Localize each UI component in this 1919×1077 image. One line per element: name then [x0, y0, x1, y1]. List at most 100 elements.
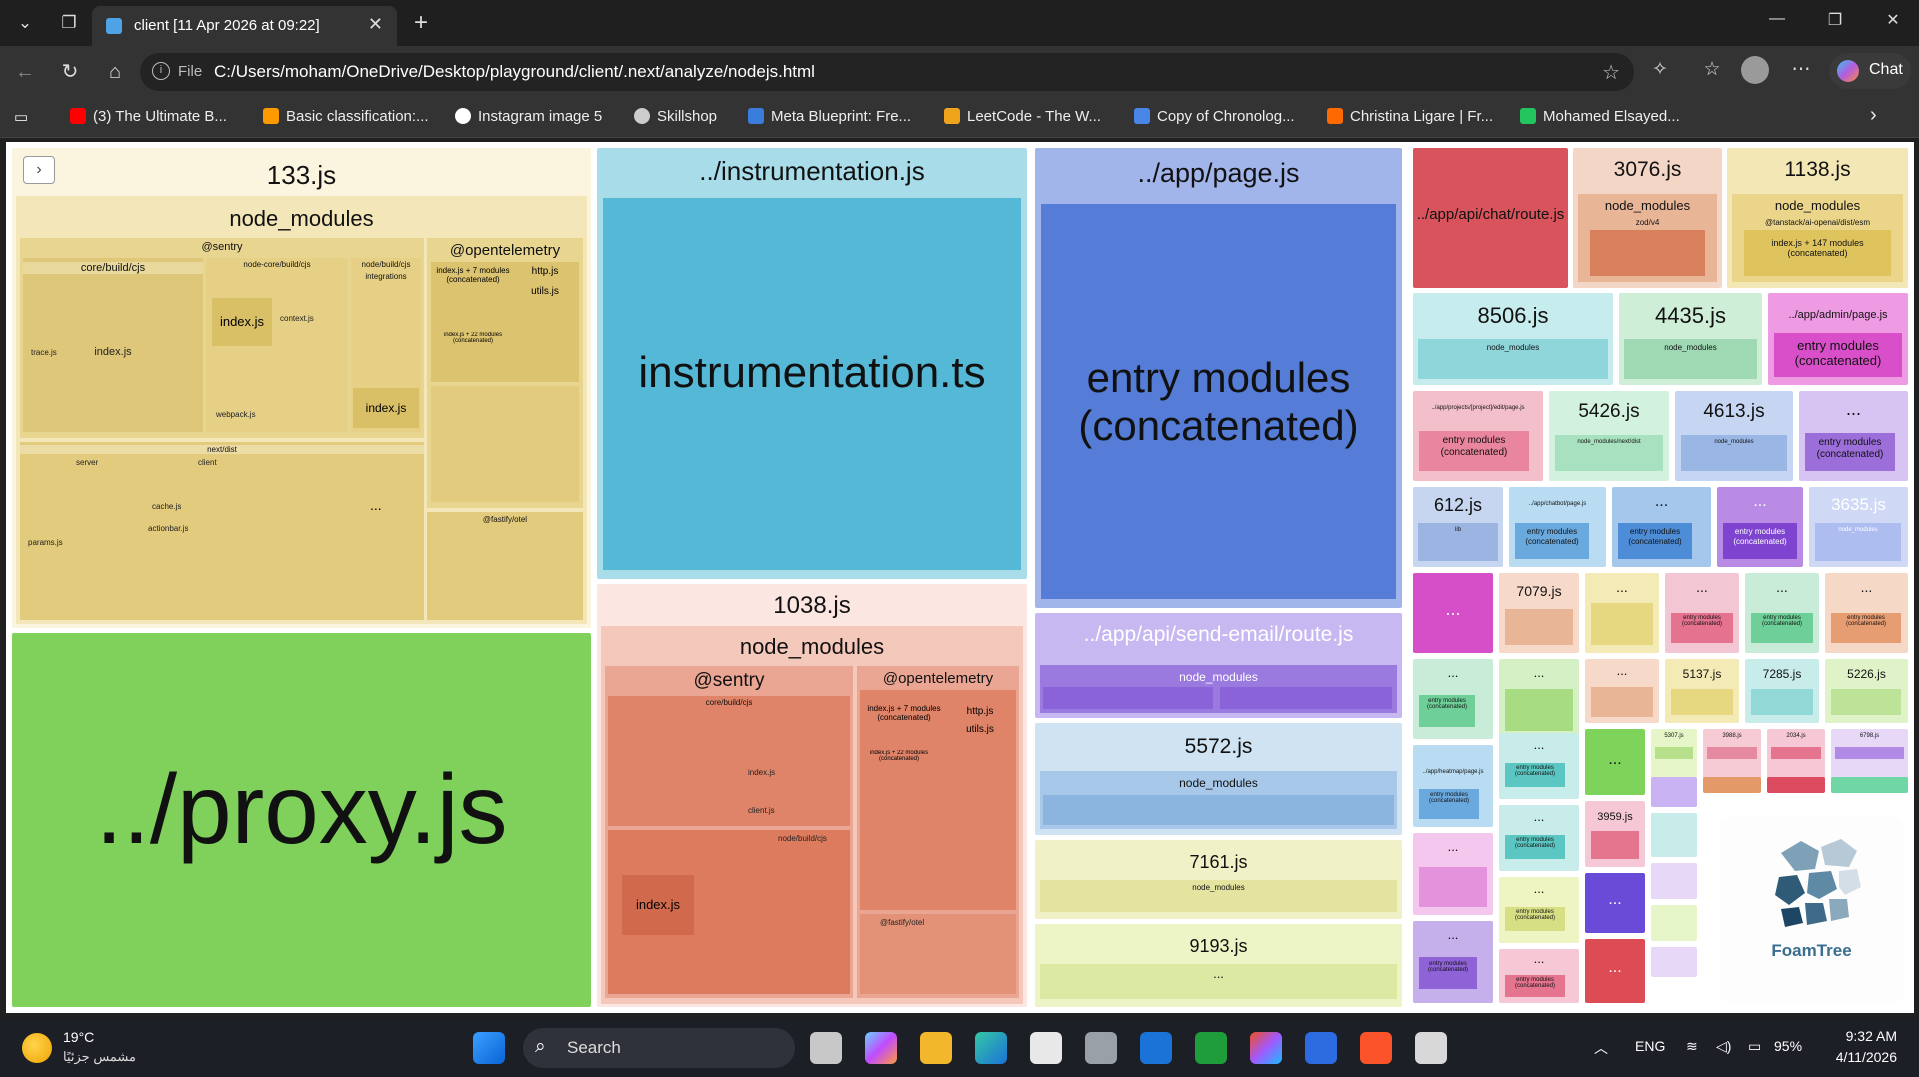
treemap-chunk-7079[interactable]: 7079.js — [1499, 573, 1579, 653]
instrumentation-module[interactable]: instrumentation.ts — [603, 198, 1021, 570]
treemap-send-email-route[interactable]: ../app/api/send-email/route.js node_modu… — [1035, 613, 1402, 718]
node-modules-group[interactable]: node_modules — [1681, 435, 1787, 471]
taskbar-search-input[interactable]: ⌕ Search — [523, 1028, 795, 1068]
treemap-app-page[interactable]: ../app/page.js entry modules (concatenat… — [1035, 148, 1402, 608]
treemap-admin-page[interactable]: ../app/admin/page.js entry modules (conc… — [1768, 293, 1908, 385]
treemap-green2-chunk[interactable]: ... entry modules (concatenated) — [1413, 659, 1493, 739]
treemap-peach-chunk[interactable]: ... — [1585, 659, 1659, 723]
treemap-chunk-5226[interactable]: 5226.js — [1825, 659, 1908, 723]
treemap-orange-chunk[interactable]: ... entry modules (concatenated) — [1825, 573, 1908, 653]
language-indicator[interactable]: ENG — [1635, 1038, 1665, 1054]
entry-module[interactable]: entry modules (concatenated) — [1751, 613, 1813, 643]
new-tab-button[interactable]: + — [406, 9, 436, 37]
module-block[interactable] — [1671, 689, 1733, 715]
battery-percent[interactable]: 95% — [1774, 1038, 1802, 1054]
module-block[interactable] — [1043, 795, 1394, 825]
node-modules-group[interactable]: node_modules zod/v4 — [1578, 194, 1717, 282]
bookmark-item[interactable]: Copy of Chronolog... — [1134, 108, 1295, 125]
treemap-yellow-chunk[interactable]: ... — [1585, 573, 1659, 653]
restore-icon[interactable]: ❐ — [1810, 10, 1860, 30]
treemap-chunk-612[interactable]: 612.js lib — [1413, 487, 1503, 567]
lib-group[interactable]: lib — [1418, 523, 1498, 561]
treemap-mini-chunk[interactable] — [1651, 905, 1697, 941]
entry-module[interactable]: entry modules (concatenated) — [1505, 907, 1565, 931]
bookmark-item[interactable]: LeetCode - The W... — [944, 108, 1101, 125]
home-icon[interactable]: ⌂ — [100, 58, 130, 86]
treemap-pink-chunk[interactable]: ... entry modules (concatenated) — [1665, 573, 1739, 653]
bookmarks-more-chevron-icon[interactable]: › — [1870, 104, 1877, 127]
module-block[interactable] — [1505, 609, 1573, 645]
treemap-rose-chunk[interactable]: ... entry modules (concatenated) — [1499, 949, 1579, 1003]
module-block[interactable] — [1043, 687, 1213, 709]
module-block[interactable] — [1835, 747, 1904, 759]
treemap-chunk-7285[interactable]: 7285.js — [1745, 659, 1819, 723]
treemap-teal2-chunk[interactable]: ... entry modules (concatenated) — [1499, 805, 1579, 871]
bookmark-item[interactable]: Christina Ligare | Fr... — [1327, 108, 1493, 125]
core-build-group[interactable]: core/build/cjs index.js client.js — [608, 696, 850, 826]
treemap-mini-chunk[interactable] — [1651, 777, 1697, 807]
module-block[interactable]: ... — [1040, 964, 1397, 999]
otel-modules[interactable]: index.js + 7 modules (concatenated) http… — [860, 690, 1016, 910]
wifi-icon[interactable]: ≋ — [1686, 1038, 1698, 1055]
node-modules-group[interactable]: node_modules — [1040, 880, 1397, 912]
fastify-group[interactable]: @fastify/otel — [427, 512, 583, 620]
copilot-icon[interactable] — [865, 1032, 897, 1064]
treemap-chunk-133[interactable]: 133.js node_modules @sentry core/build/c… — [12, 148, 591, 628]
module-block[interactable] — [1707, 747, 1757, 759]
weather-description[interactable]: مشمس جزئيًا — [63, 1049, 136, 1065]
treemap-chunk-4435[interactable]: 4435.js node_modules — [1619, 293, 1762, 385]
treemap-viewport[interactable]: 133.js node_modules @sentry core/build/c… — [6, 142, 1914, 1013]
entry-module[interactable]: entry modules (concatenated) — [1419, 695, 1475, 727]
file-explorer-icon[interactable] — [920, 1032, 952, 1064]
extensions-icon[interactable]: ✧ — [1645, 58, 1675, 81]
entry-module[interactable]: entry modules (concatenated) — [1831, 613, 1901, 643]
node-modules-group[interactable]: node_modules @sentry core/build/cjs inde… — [16, 196, 587, 624]
treemap-blue-entry[interactable]: ... entry modules (concatenated) — [1612, 487, 1711, 567]
node-modules-group[interactable]: node_modules — [1040, 665, 1397, 713]
back-arrow-icon[interactable]: ← — [10, 58, 40, 86]
entry-module[interactable]: entry modules (concatenated) — [1505, 763, 1565, 787]
treemap-olive-chunk[interactable]: ... entry modules (concatenated) — [1499, 877, 1579, 943]
otel-modules[interactable]: index.js + 7 modules (concatenated) http… — [431, 262, 579, 382]
favorites-icon[interactable]: ☆ — [1697, 58, 1727, 81]
module-block[interactable] — [1591, 831, 1639, 859]
sentry-group[interactable]: @sentry core/build/cjs index.js client.j… — [605, 666, 853, 998]
tab-close-icon[interactable]: ✕ — [368, 14, 383, 35]
treemap-purple-entry[interactable]: ... entry modules (concatenated) — [1799, 391, 1908, 481]
favorite-star-icon[interactable]: ☆ — [1602, 60, 1620, 85]
bookmarks-menu-icon[interactable]: ▭ — [14, 108, 28, 126]
node-modules-group[interactable]: node_modules — [1040, 771, 1397, 829]
battery-icon[interactable]: ▭ — [1748, 1038, 1761, 1055]
opentelemetry-group[interactable]: @opentelemetry index.js + 7 modules (con… — [427, 238, 583, 508]
entry-module[interactable]: entry modules (concatenated) — [1805, 433, 1895, 471]
edge-browser-icon[interactable] — [975, 1032, 1007, 1064]
entry-module[interactable]: entry modules (concatenated) — [1419, 789, 1479, 819]
treemap-chunk-2034[interactable]: 2034.js — [1767, 729, 1825, 779]
site-info-icon[interactable]: i — [152, 62, 170, 80]
treemap-chunk-5137[interactable]: 5137.js — [1665, 659, 1739, 723]
opentelemetry-group[interactable]: @opentelemetry index.js + 7 modules (con… — [857, 666, 1019, 998]
treemap-indigo-block[interactable]: ... — [1585, 873, 1645, 933]
node-core-group[interactable]: node-core/build/cjs index.js context.js … — [206, 258, 348, 432]
core-build-group[interactable]: core/build/cjs index.js trace.js — [23, 258, 203, 432]
minimize-icon[interactable]: — — [1752, 10, 1802, 28]
treemap-teal-chunk[interactable]: ... entry modules (concatenated) — [1499, 733, 1579, 799]
treemap-green-block[interactable]: ... — [1585, 729, 1645, 795]
node-modules-group[interactable]: node_modules — [1624, 339, 1757, 379]
profile-avatar[interactable] — [1741, 56, 1769, 84]
treemap-mini-chunk[interactable] — [1703, 777, 1761, 793]
bookmark-item[interactable]: Mohamed Elsayed... — [1520, 108, 1680, 125]
azure-icon[interactable] — [1305, 1032, 1337, 1064]
refresh-icon[interactable]: ↻ — [55, 58, 85, 86]
cursor-app-icon[interactable] — [1085, 1032, 1117, 1064]
weather-sun-icon[interactable] — [22, 1033, 52, 1063]
tab-active[interactable]: client [11 Apr 2026 at 09:22] ✕ — [92, 6, 397, 46]
treemap-chat-route[interactable]: ../app/api/chat/route.js — [1413, 148, 1568, 288]
entry-module[interactable]: entry modules (concatenated) — [1618, 523, 1692, 559]
more-menu-icon[interactable]: ⋯ — [1786, 58, 1816, 81]
node-modules-group[interactable]: node_modules — [1418, 339, 1608, 379]
treemap-chunk-5426[interactable]: 5426.js node_modules/next/dist — [1549, 391, 1669, 481]
treemap-projects-page[interactable]: ../app/projects/[project]/edit/page.js e… — [1413, 391, 1543, 481]
bookmark-item[interactable]: (3) The Ultimate B... — [70, 108, 227, 125]
url-input[interactable]: i File C:/Users/moham/OneDrive/Desktop/p… — [140, 53, 1634, 91]
